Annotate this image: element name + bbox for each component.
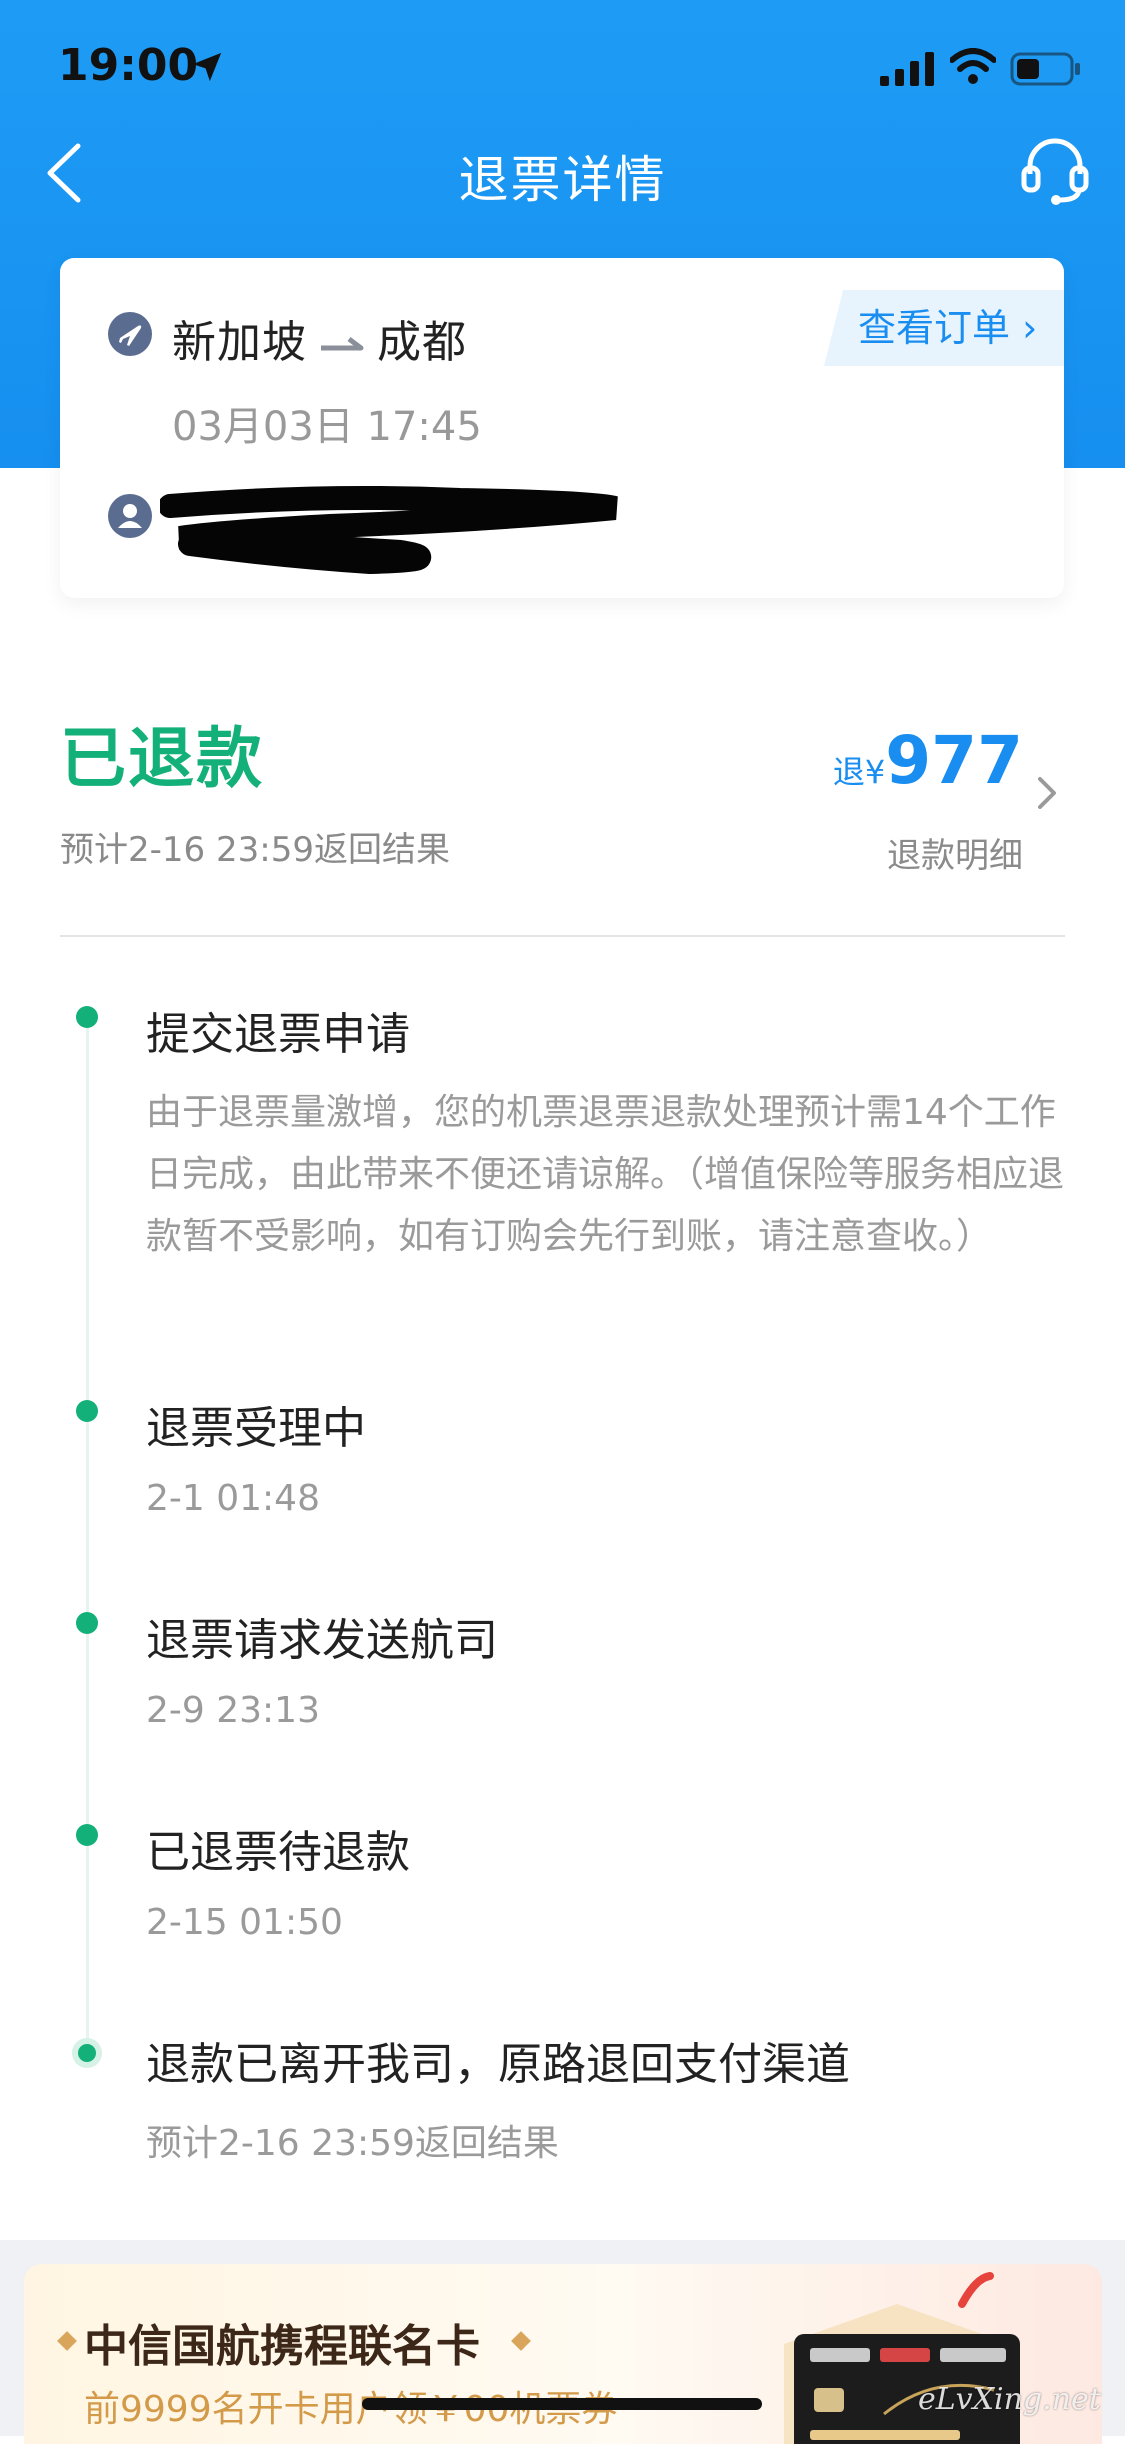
wifi-icon xyxy=(950,48,996,84)
flight-card: 新加坡 成都 03月03日 17:45 查看订单 › xyxy=(60,258,1064,598)
plane-icon xyxy=(108,312,152,356)
timeline-line xyxy=(86,1018,89,2054)
timeline-step-title: 退票受理中 xyxy=(146,1403,366,1454)
timeline-step-time: 2-1 01:48 xyxy=(146,1478,320,1519)
timeline-dot xyxy=(76,1612,98,1634)
refund-status: 已退款 xyxy=(60,720,264,797)
location-arrow-icon xyxy=(192,52,222,82)
passenger-icon xyxy=(108,494,152,538)
timeline-step-title: 退票请求发送航司 xyxy=(146,1615,498,1666)
diamond-icon xyxy=(511,2331,531,2351)
route-destination: 成都 xyxy=(377,317,467,368)
confetti-ribbon-icon xyxy=(958,2272,994,2308)
timeline-dot xyxy=(76,1400,98,1422)
watermark: eLvXing.net xyxy=(918,2382,1101,2417)
route-origin: 新加坡 xyxy=(172,317,307,368)
view-order-button[interactable]: 查看订单 › xyxy=(824,290,1064,366)
chevron-right-icon[interactable] xyxy=(1036,775,1058,811)
timeline-step-time: 2-9 23:13 xyxy=(146,1690,320,1731)
diamond-icon xyxy=(57,2331,77,2351)
signal-icon xyxy=(880,52,934,86)
timeline-dot xyxy=(76,1006,98,1028)
flight-route: 新加坡 成都 xyxy=(172,306,467,370)
view-order-label: 查看订单 xyxy=(858,306,1011,350)
battery-icon xyxy=(1010,52,1080,86)
timeline-step-title: 提交退票申请 xyxy=(146,1009,410,1060)
timeline-dot xyxy=(76,1824,98,1846)
refund-amount[interactable]: 退¥977 xyxy=(833,722,1023,799)
banner-title: 中信国航携程联名卡 xyxy=(84,2321,480,2372)
timeline-dot-current xyxy=(78,2044,96,2062)
status-time: 19:00 xyxy=(58,40,199,91)
page-title: 退票详情 xyxy=(458,151,667,209)
refund-detail-link[interactable]: 退款明细 xyxy=(887,828,1023,877)
timeline-step-title: 已退票待退款 xyxy=(146,1827,410,1878)
home-indicator xyxy=(362,2398,762,2410)
refund-eta: 预计2-16 23:59返回结果 xyxy=(60,830,450,870)
credit-card-promo-banner[interactable]: 中信国航携程联名卡 前9999名开卡用户领￥00机票券 xyxy=(24,2264,1102,2444)
redacted-passenger-name xyxy=(160,486,618,575)
flight-date: 03月03日 17:45 xyxy=(172,404,482,450)
customer-service-icon[interactable] xyxy=(1020,134,1090,206)
timeline-step-description: 由于退票量激增，您的机票退票退款处理预计需14个工作日完成，由此带来不便还请谅解… xyxy=(146,1092,1065,1257)
timeline-step-time: 预计2-16 23:59返回结果 xyxy=(146,2123,559,2164)
bank-card-image xyxy=(784,2304,1020,2444)
section-divider xyxy=(60,935,1065,937)
route-arrow-icon xyxy=(321,337,364,351)
refund-amount-prefix: 退¥ xyxy=(832,753,886,791)
refund-amount-value: 977 xyxy=(885,722,1023,799)
timeline-step-title: 退款已离开我司，原路退回支付渠道 xyxy=(146,2039,850,2090)
timeline-step-time: 2-15 01:50 xyxy=(146,1902,343,1943)
chevron-right-icon: › xyxy=(1022,306,1038,350)
